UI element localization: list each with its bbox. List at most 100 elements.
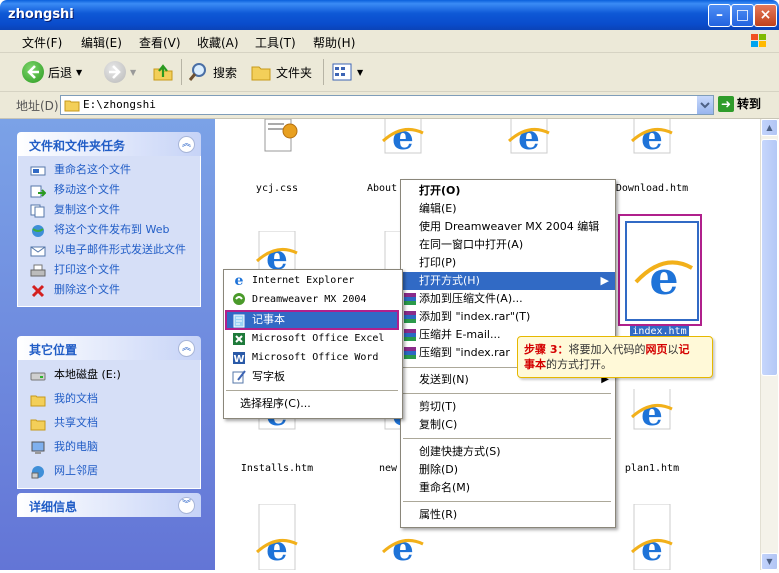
menu-file[interactable]: 文件(F): [22, 34, 62, 51]
task-copy[interactable]: 复制这个文件: [18, 202, 200, 222]
close-button[interactable]: ×: [754, 4, 777, 27]
task-print[interactable]: 打印这个文件: [18, 262, 200, 282]
file-item[interactable]: e: [602, 503, 702, 571]
file-tasks-header[interactable]: 文件和文件夹任务 ︽: [17, 132, 201, 156]
views-button[interactable]: ▼: [331, 59, 363, 85]
place-my-documents[interactable]: 我的文档: [18, 391, 200, 411]
scroll-thumb[interactable]: [761, 139, 778, 376]
task-publish-web[interactable]: 将这个文件发布到 Web: [18, 222, 200, 242]
collapse-icon[interactable]: ︽: [178, 136, 195, 153]
svg-text:e: e: [518, 119, 540, 158]
open-with-excel[interactable]: Microsoft Office Excel: [252, 330, 384, 348]
move-icon: [30, 185, 46, 198]
task-rename[interactable]: 重命名这个文件: [18, 162, 200, 182]
vertical-scrollbar[interactable]: ▲ ▼: [760, 119, 778, 570]
scroll-down-button[interactable]: ▼: [761, 553, 778, 570]
open-with-notepad[interactable]: 记事本: [225, 310, 399, 330]
menu-item-open[interactable]: 打开(O): [419, 182, 460, 200]
ie-file-icon: e: [628, 108, 676, 167]
menu-item-properties[interactable]: 属性(R): [419, 506, 457, 524]
menu-item-copy[interactable]: 复制(C): [419, 416, 457, 434]
collapse-icon[interactable]: ︽: [178, 340, 195, 357]
winrar-icon: [404, 293, 416, 305]
folders-button[interactable]: 文件夹: [250, 59, 312, 85]
open-with-ie[interactable]: Internet Explorer: [252, 272, 354, 290]
go-button[interactable]: ➜ 转到: [718, 95, 761, 112]
menu-item-delete[interactable]: 删除(D): [419, 461, 458, 479]
file-tasks-panel: 文件和文件夹任务 ︽ 重命名这个文件 移动这个文件 复制这个文件 将这个文件发布…: [17, 132, 201, 307]
menu-item-edit[interactable]: 编辑(E): [419, 200, 457, 218]
maximize-button[interactable]: □: [731, 4, 754, 27]
menu-tools[interactable]: 工具(T): [255, 34, 296, 51]
svg-text:e: e: [641, 119, 663, 158]
menu-item-edit-dreamweaver[interactable]: 使用 Dreamweaver MX 2004 编辑: [419, 218, 599, 236]
menu-favorites[interactable]: 收藏(A): [197, 34, 239, 51]
menu-item-send-to[interactable]: 发送到(N): [419, 371, 469, 389]
menu-item-compress-to-rar[interactable]: 压缩到 "index.rar: [419, 344, 510, 362]
address-value: E:\zhongshi: [83, 98, 156, 111]
views-dropdown-icon[interactable]: ▼: [357, 68, 363, 77]
winrar-icon: [404, 311, 416, 323]
search-button[interactable]: 搜索: [187, 59, 237, 85]
place-network[interactable]: 网上邻居: [18, 463, 200, 483]
back-button[interactable]: 后退 ▼: [22, 59, 82, 85]
menu-item-add-to-rar[interactable]: 添加到 "index.rar"(T): [419, 308, 530, 326]
menu-item-compress-email[interactable]: 压缩并 E-mail...: [419, 326, 500, 344]
place-shared-documents[interactable]: 共享文档: [18, 415, 200, 435]
up-folder-button[interactable]: [152, 59, 174, 85]
place-local-disk[interactable]: 本地磁盘 (E:): [18, 367, 200, 387]
excel-icon: [233, 333, 245, 345]
task-delete[interactable]: 删除这个文件: [18, 282, 200, 302]
folders-label: 文件夹: [276, 65, 313, 80]
menu-item-rename[interactable]: 重命名(M): [419, 479, 470, 497]
open-with-choose-program[interactable]: 选择程序(C)...: [240, 395, 311, 413]
title-bar[interactable]: zhongshi – □ ×: [0, 0, 779, 30]
menu-item-create-shortcut[interactable]: 创建快捷方式(S): [419, 443, 501, 461]
folder-icon: [64, 100, 80, 112]
open-with-dreamweaver[interactable]: Dreamweaver MX 2004: [252, 291, 366, 309]
menu-item-print[interactable]: 打印(P): [419, 254, 456, 272]
menu-view[interactable]: 查看(V): [139, 34, 181, 51]
views-icon: [332, 63, 352, 81]
wordpad-icon: [232, 370, 246, 384]
ie-file-icon: e: [628, 503, 676, 571]
file-item[interactable]: e Download.htm: [602, 108, 702, 194]
svg-text:e: e: [235, 273, 244, 287]
dreamweaver-icon: [233, 293, 245, 305]
address-dropdown-button[interactable]: [697, 96, 713, 114]
notepad-icon: [233, 314, 245, 328]
css-file-icon: [253, 118, 301, 167]
file-item-selected[interactable]: e index.htm: [612, 214, 707, 337]
ie-file-icon: e: [628, 384, 676, 437]
toolbar: 后退 ▼ ▼ 搜索 文件夹 ▼: [0, 53, 779, 92]
place-my-computer[interactable]: 我的电脑: [18, 439, 200, 459]
file-item[interactable]: ycj.css: [227, 118, 327, 194]
other-places-header[interactable]: 其它位置 ︽: [17, 336, 201, 360]
file-item[interactable]: e plan1.htm: [602, 384, 702, 474]
file-item[interactable]: e: [227, 503, 327, 571]
forward-arrow-icon: [104, 61, 126, 83]
menu-item-open-with[interactable]: 打开方式(H) ▶: [401, 272, 615, 290]
task-move[interactable]: 移动这个文件: [18, 182, 200, 202]
menu-item-add-archive[interactable]: 添加到压缩文件(A)...: [419, 290, 523, 308]
menu-edit[interactable]: 编辑(E): [81, 34, 122, 51]
scroll-up-button[interactable]: ▲: [761, 119, 778, 136]
address-input[interactable]: E:\zhongshi: [60, 95, 714, 115]
forward-dropdown-icon[interactable]: ▼: [130, 68, 136, 77]
file-tasks-list: 重命名这个文件 移动这个文件 复制这个文件 将这个文件发布到 Web 以电子邮件…: [17, 156, 201, 307]
minimize-button[interactable]: –: [708, 4, 731, 27]
task-email[interactable]: 以电子邮件形式发送此文件: [18, 242, 200, 262]
go-arrow-icon: ➜: [718, 95, 734, 112]
forward-button[interactable]: ▼: [104, 59, 136, 85]
menu-item-cut[interactable]: 剪切(T): [419, 398, 456, 416]
open-with-wordpad[interactable]: 写字板: [252, 368, 285, 386]
open-with-word[interactable]: Microsoft Office Word: [252, 349, 378, 367]
open-with-submenu: e Internet Explorer Dreamweaver MX 2004 …: [223, 269, 403, 419]
expand-icon[interactable]: ︾: [178, 497, 195, 514]
menu-help[interactable]: 帮助(H): [313, 34, 355, 51]
details-header[interactable]: 详细信息 ︾: [17, 493, 201, 517]
menu-item-open-same-window[interactable]: 在同一窗口中打开(A): [419, 236, 523, 254]
back-dropdown-icon[interactable]: ▼: [76, 68, 82, 77]
back-label: 后退: [48, 65, 73, 80]
file-item[interactable]: e: [479, 108, 579, 167]
